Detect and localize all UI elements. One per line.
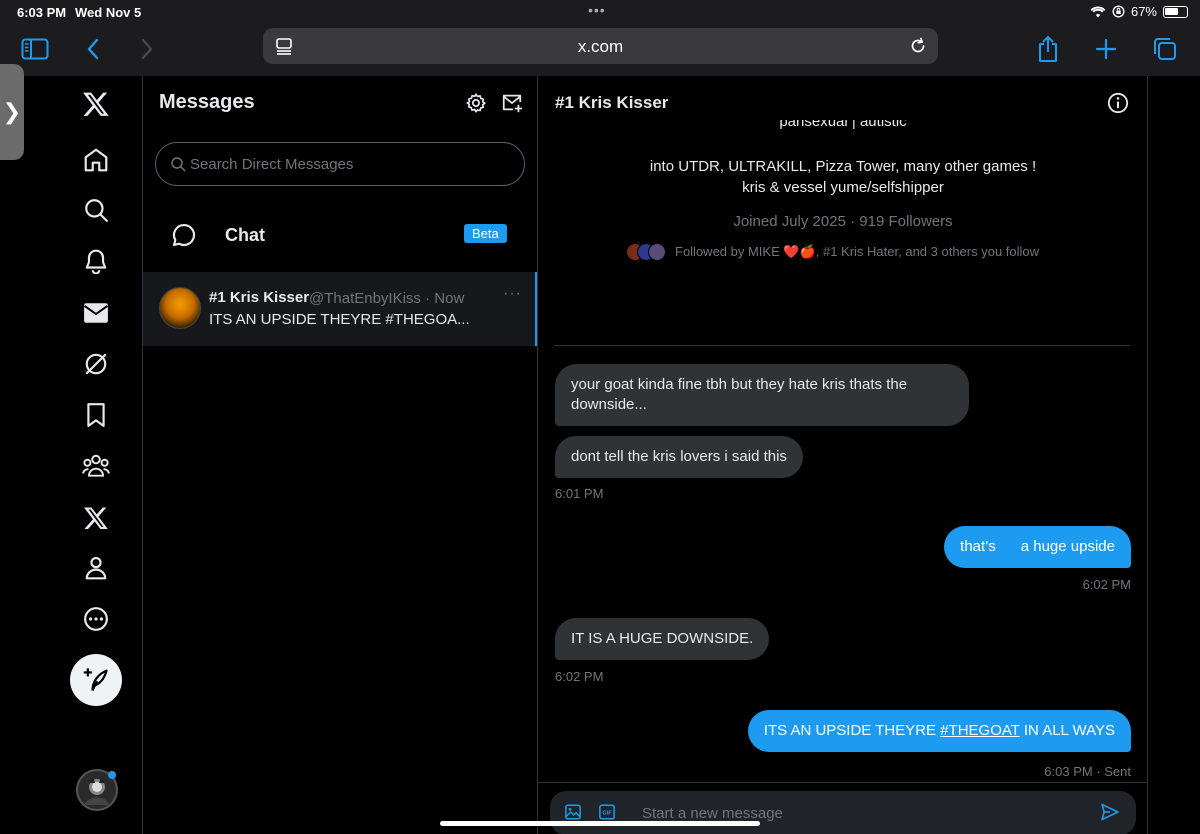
chat-label: Chat	[225, 225, 265, 245]
status-time: 6:03 PM	[17, 5, 67, 20]
conversation-name: #1 Kris Kisser	[209, 289, 310, 306]
dm-search[interactable]	[155, 142, 525, 186]
profile-bio-line: kris & vessel yume/selfshipper	[742, 179, 944, 196]
settings-gear-icon[interactable]	[465, 92, 487, 119]
search-icon[interactable]	[79, 193, 113, 227]
composer-field: GIF	[550, 791, 1136, 834]
beta-badge: Beta	[464, 224, 507, 243]
battery-fill	[1165, 7, 1178, 15]
more-icon[interactable]	[79, 602, 113, 636]
chat-bubble-icon	[171, 222, 197, 253]
profile-bio-cut: pansexual | autistic	[779, 120, 907, 130]
reload-icon[interactable]	[908, 36, 928, 61]
notifications-icon[interactable]	[79, 244, 113, 278]
conversation-pane: pansexual | autistic #1 Kris Kisser into…	[538, 76, 1148, 834]
conversation-avatar	[159, 287, 201, 329]
followed-by[interactable]: Followed by MIKE ❤️🍎, #1 Kris Hater, and…	[626, 243, 1039, 261]
status-bar: 6:03 PM Wed Nov 5 ••• 67%	[0, 0, 1200, 24]
multitasking-dots-icon[interactable]: •••	[588, 2, 606, 18]
chevron-right-icon: ❯	[2, 99, 22, 124]
feather-plus-icon	[83, 668, 108, 691]
battery-percent: 67%	[1130, 4, 1157, 19]
grok-icon[interactable]	[79, 347, 113, 381]
message-bubble-sent[interactable]: ITS AN UPSIDE THEYRE #THEGOAT IN ALL WAY…	[747, 710, 1131, 752]
message-timestamp: 6:01 PM	[555, 486, 604, 501]
message-composer: GIF	[538, 782, 1147, 834]
messages-title: Messages	[159, 91, 255, 113]
sidebar-handle[interactable]: ❯	[0, 64, 24, 160]
follower-avatars	[626, 243, 666, 261]
share-icon[interactable]	[1033, 34, 1063, 64]
conversation-handle-time: @ThatEnbyIKiss · Now	[309, 290, 465, 307]
conversation-preview: ITS AN UPSIDE THEYRE #THEGOA...	[209, 311, 470, 328]
message-text: ITS AN UPSIDE THEYRE	[763, 722, 941, 739]
primary-nav	[24, 76, 142, 834]
message-status: 6:03 PM · Sent	[1044, 764, 1131, 779]
search-icon	[170, 156, 186, 177]
message-bubble-received[interactable]: dont tell the kris lovers i said this	[555, 436, 803, 478]
chat-entry[interactable]: Chat Beta	[143, 210, 537, 260]
status-indicators: 67%	[1090, 4, 1188, 19]
message-timestamp: 6:02 PM	[1082, 577, 1131, 592]
bookmarks-icon[interactable]	[79, 398, 113, 432]
divider	[554, 345, 1130, 346]
conversation-list-item[interactable]: #1 Kris Kisser @ThatEnbyIKiss · Now ··· …	[143, 272, 537, 346]
premium-icon[interactable]	[79, 501, 113, 535]
hashtag-link[interactable]: #THEGOAT	[940, 722, 1019, 739]
back-icon[interactable]	[78, 34, 108, 64]
x-logo-icon[interactable]	[79, 87, 113, 121]
dm-search-input[interactable]	[190, 151, 510, 177]
browser-toolbar: x.com	[0, 24, 1200, 76]
tabs-overview-icon[interactable]	[1150, 34, 1180, 64]
send-icon[interactable]	[1100, 802, 1120, 827]
message-bubble-received[interactable]: your goat kinda fine tbh but they hate k…	[555, 364, 969, 426]
more-options-icon[interactable]: ···	[503, 285, 522, 303]
communities-icon[interactable]	[79, 449, 113, 483]
compose-post-button[interactable]	[70, 654, 122, 706]
home-indicator[interactable]	[440, 821, 760, 826]
account-avatar[interactable]	[76, 769, 118, 811]
messages-panel: Messages Chat Beta #1 Kris Kisser @ThatE…	[142, 76, 538, 834]
profile-joined[interactable]: Joined July 2025 · 919 Followers	[538, 213, 1148, 230]
svg-text:GIF: GIF	[602, 811, 612, 817]
profile-icon[interactable]	[79, 551, 113, 585]
message-timestamp: 6:02 PM	[555, 669, 604, 684]
follower-avatar	[648, 243, 666, 261]
message-text: IN ALL WAYS	[1019, 722, 1115, 739]
message-bubble-sent[interactable]: that’s a huge upside	[944, 526, 1131, 568]
conversation-title: #1 Kris Kisser	[555, 93, 669, 112]
notification-dot	[108, 771, 116, 779]
battery-icon	[1163, 5, 1188, 18]
home-icon[interactable]	[79, 143, 113, 177]
address-bar[interactable]: x.com	[263, 28, 938, 64]
followed-by-text: Followed by MIKE ❤️🍎, #1 Kris Hater, and…	[675, 244, 1040, 259]
sidebar-toggle-icon[interactable]	[20, 34, 50, 64]
url-text: x.com	[577, 37, 624, 56]
orientation-lock-icon	[1112, 5, 1125, 18]
profile-bio-line: into UTDR, ULTRAKILL, Pizza Tower, many …	[649, 158, 1037, 175]
status-date: Wed Nov 5	[75, 5, 142, 20]
info-icon[interactable]	[1107, 92, 1129, 119]
new-message-icon[interactable]	[501, 92, 523, 119]
selected-indicator	[535, 272, 537, 346]
wifi-icon	[1090, 6, 1106, 17]
forward-icon[interactable]	[132, 34, 162, 64]
new-tab-icon[interactable]	[1091, 34, 1121, 64]
messages-icon[interactable]	[79, 296, 113, 330]
message-bubble-received[interactable]: IT IS A HUGE DOWNSIDE.	[555, 618, 770, 660]
